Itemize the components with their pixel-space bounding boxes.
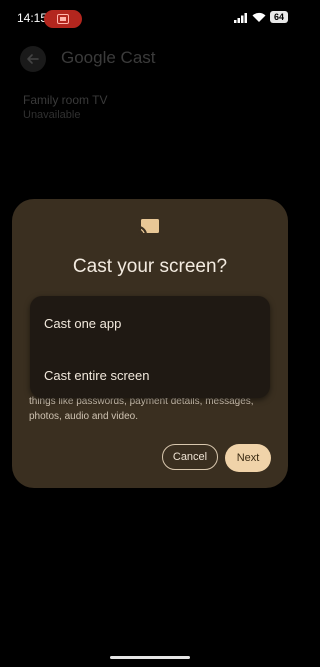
option-cast-one-app[interactable]: Cast one app xyxy=(44,316,121,331)
back-arrow-icon xyxy=(27,54,39,64)
device-name: Family room TV xyxy=(23,93,108,107)
cast-dialog: Cast your screen? things like passwords,… xyxy=(12,199,288,488)
page-title: Google Cast xyxy=(61,48,156,67)
back-button[interactable] xyxy=(20,46,46,72)
wifi-icon xyxy=(252,12,266,22)
signal-icon xyxy=(234,12,247,23)
device-status: Unavailable xyxy=(23,109,81,121)
screen-record-icon xyxy=(57,14,69,24)
home-indicator[interactable] xyxy=(110,656,190,659)
dialog-title: Cast your screen? xyxy=(72,256,228,277)
app-bar: Google Cast xyxy=(0,40,300,76)
cast-icon xyxy=(138,219,159,236)
status-time: 14:15 xyxy=(17,11,48,25)
cancel-button[interactable]: Cancel xyxy=(162,444,218,470)
status-icons: 64 xyxy=(234,11,288,23)
cast-mode-dropdown: Cast one app Cast entire screen xyxy=(30,296,270,398)
option-cast-entire-screen[interactable]: Cast entire screen xyxy=(44,368,150,383)
status-bar: 14:15 64 xyxy=(0,0,300,36)
battery-icon: 64 xyxy=(270,11,288,23)
dialog-description: things like passwords, payment details, … xyxy=(29,396,254,422)
screen-record-indicator[interactable] xyxy=(44,10,82,28)
next-button[interactable]: Next xyxy=(225,444,271,472)
device-list-item[interactable]: Family room TV Unavailable xyxy=(23,93,107,121)
